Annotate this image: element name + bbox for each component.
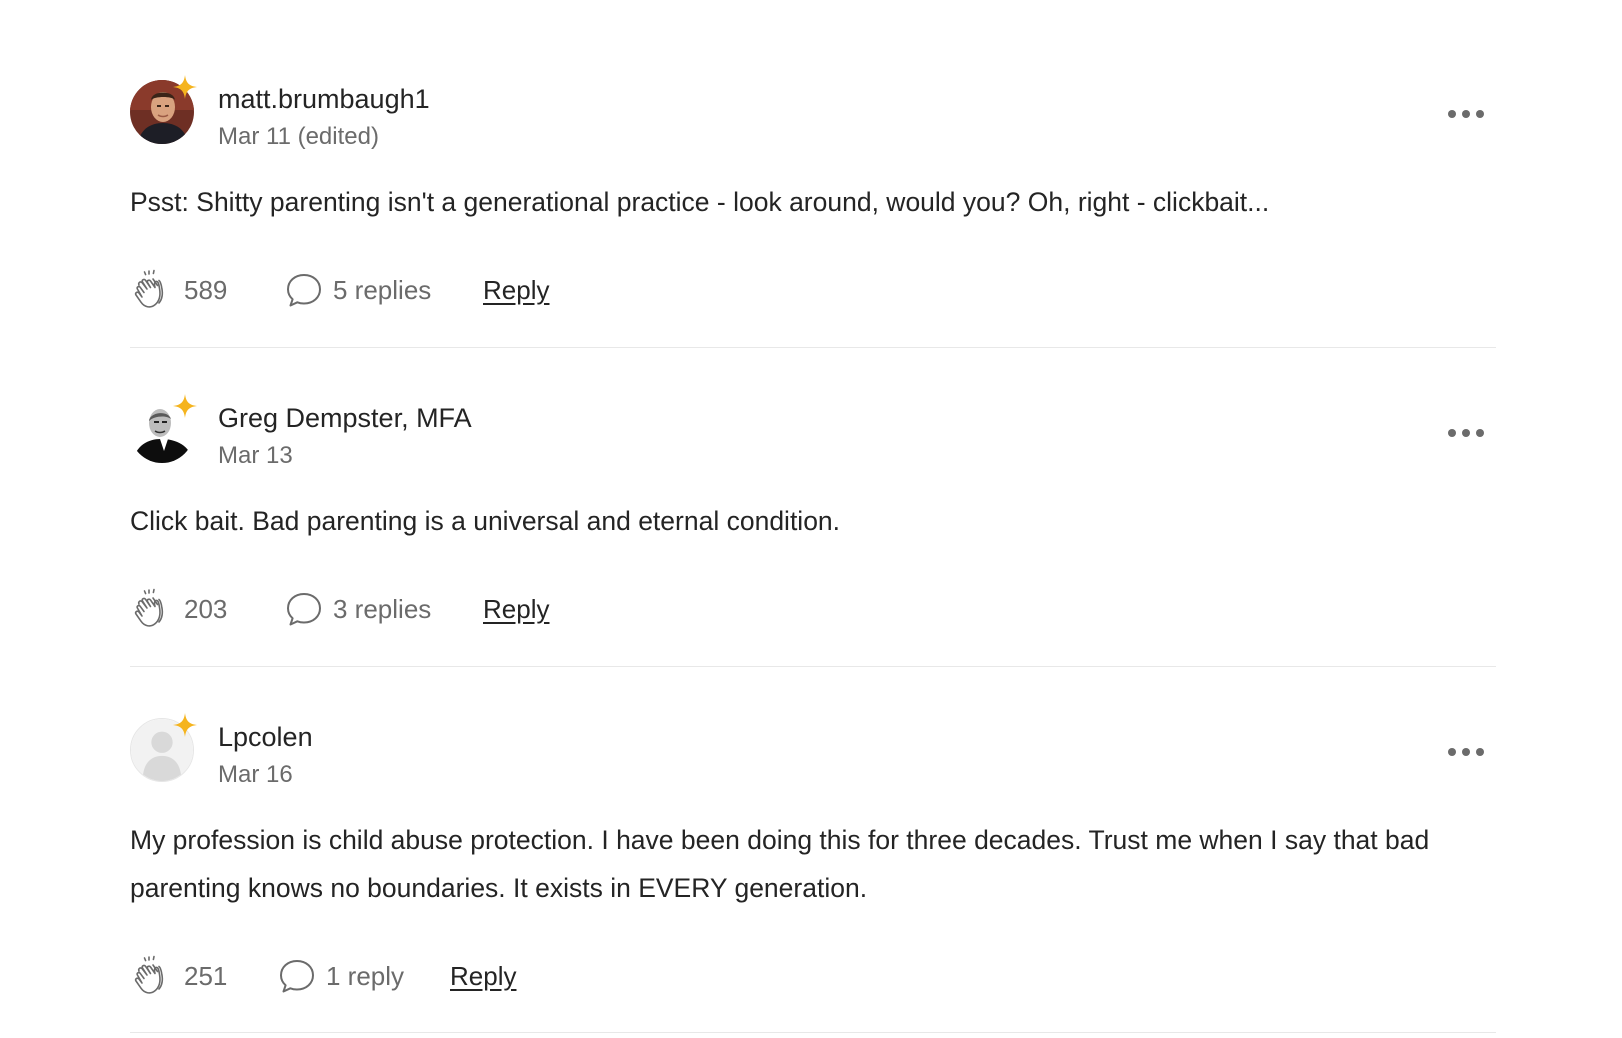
speech-bubble-icon [285,590,323,628]
comment-header: Greg Dempster, MFA Mar 13 [130,399,1496,469]
comment-body: Click bait. Bad parenting is a universal… [130,506,841,536]
comment-date: Mar 11 (edited) [218,123,379,150]
reply-link[interactable]: Reply [483,587,549,631]
member-star-icon [172,74,198,100]
comment-divider [130,666,1496,667]
comment-header: matt.brumbaugh1 Mar 11 (edited) [130,80,1496,150]
reply-link[interactable]: Reply [483,268,549,312]
clap-icon [130,587,174,631]
comment-divider [130,347,1496,348]
clap-button[interactable]: 203 [130,587,227,631]
comment-header: Lpcolen Mar 16 [130,718,1496,788]
clap-button[interactable]: 589 [130,268,227,312]
reply-link[interactable]: Reply [450,954,516,998]
replies-button[interactable]: 3 replies [285,587,431,631]
clap-button[interactable]: 251 [130,954,227,998]
clap-icon [130,954,174,998]
comment-actions: 589 5 replies Reply [130,268,830,312]
replies-count: 1 reply [326,960,405,991]
comment-item: matt.brumbaugh1 Mar 11 (edited) Psst: Sh… [130,80,1496,348]
speech-bubble-icon [278,957,316,995]
more-options-icon[interactable] [1446,738,1486,764]
clap-count: 589 [184,274,228,305]
comment-body: Psst: Shitty parenting isn't a generatio… [130,187,1270,217]
comment-item: Greg Dempster, MFA Mar 13 Click bait. Ba… [130,399,1496,667]
avatar[interactable] [130,718,196,784]
replies-count: 3 replies [333,593,432,624]
comment-item: Lpcolen Mar 16 My profession is child ab… [130,718,1496,1038]
author-name[interactable]: matt.brumbaugh1 [218,82,430,116]
more-options-icon[interactable] [1446,419,1486,445]
avatar[interactable] [130,399,196,465]
more-options-icon[interactable] [1446,100,1486,126]
comment-date: Mar 13 [218,442,293,469]
clap-icon [130,268,174,312]
replies-button[interactable]: 1 reply [278,954,404,998]
comment-body: My profession is child abuse protection.… [130,825,1430,903]
clap-count: 251 [184,960,228,991]
speech-bubble-icon [285,271,323,309]
replies-count: 5 replies [333,274,432,305]
clap-count: 203 [184,593,228,624]
author-name[interactable]: Greg Dempster, MFA [218,401,472,435]
avatar[interactable] [130,80,196,146]
comment-divider [130,1032,1496,1033]
comment-actions: 203 3 replies Reply [130,587,830,631]
member-star-icon [172,393,198,419]
member-star-icon [172,712,198,738]
replies-button[interactable]: 5 replies [285,268,431,312]
comment-actions: 251 1 reply Reply [130,954,830,998]
author-name[interactable]: Lpcolen [218,720,313,754]
comment-date: Mar 16 [218,761,293,788]
